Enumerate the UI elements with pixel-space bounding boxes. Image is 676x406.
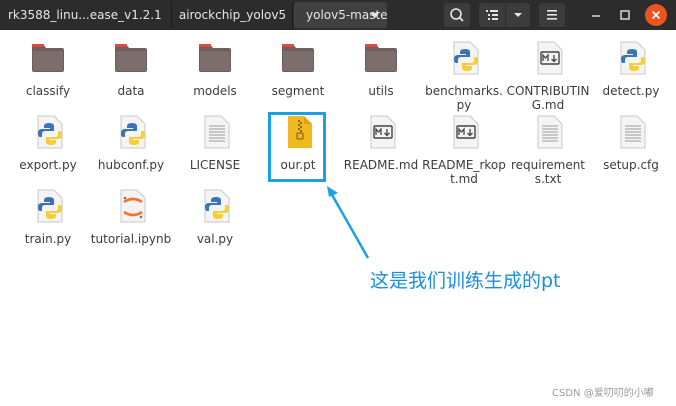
main-menu-button[interactable] — [539, 3, 565, 27]
watermark: CSDN @爱叨叨的小嘟 — [552, 388, 654, 399]
annotation-text: 这是我们训练生成的pt — [370, 270, 561, 292]
hamburger-menu-icon — [547, 10, 557, 20]
path-tab-airockchip[interactable]: airockchip_yolov5 — [173, 2, 293, 28]
search-button[interactable] — [444, 3, 470, 27]
minimize-icon — [592, 15, 600, 17]
path-tab-label: airockchip_yolov5 — [178, 8, 287, 22]
view-options-button[interactable] — [506, 3, 530, 27]
close-button[interactable] — [645, 4, 667, 26]
close-icon — [651, 10, 661, 20]
path-tab-label: rk3588_linu...ease_v1.2.1 — [8, 8, 162, 22]
search-icon — [450, 8, 464, 22]
view-list-button[interactable] — [479, 3, 505, 27]
path-tab-current[interactable]: yolov5-master — [294, 2, 387, 28]
minimize-button[interactable] — [585, 4, 607, 26]
list-view-icon — [486, 10, 498, 20]
path-tab-rk3588[interactable]: rk3588_linu...ease_v1.2.1 — [0, 2, 172, 28]
maximize-button[interactable] — [614, 4, 636, 26]
file-grid: classify data models segment utils bench… — [0, 30, 676, 406]
chevron-down-icon — [514, 13, 522, 17]
annotation-arrow — [327, 186, 370, 259]
maximize-icon — [620, 10, 630, 20]
chevron-down-icon — [371, 13, 379, 18]
header-bar: rk3588_linu...ease_v1.2.1 airockchip_yol… — [0, 0, 676, 30]
